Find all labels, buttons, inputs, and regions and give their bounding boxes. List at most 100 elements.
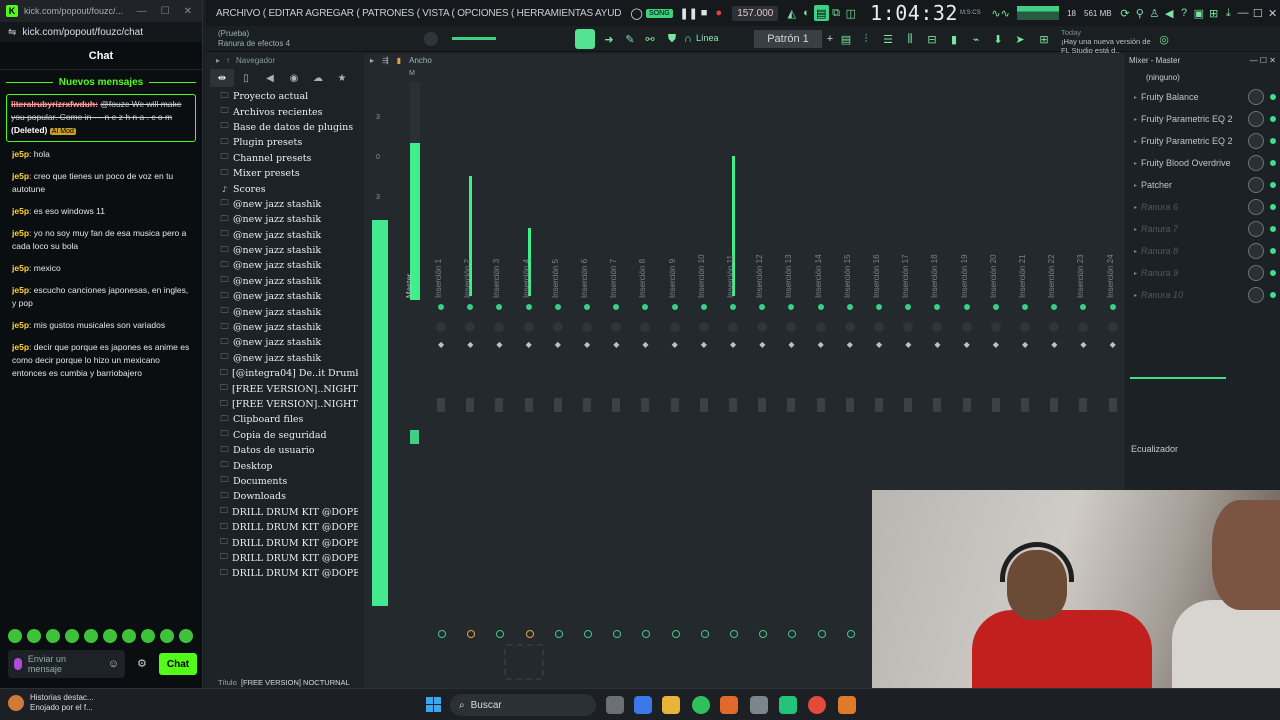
playlist-icon[interactable]: ▤ [838, 31, 854, 47]
insert-stereo-arrows[interactable]: ◆ [438, 340, 444, 349]
insert-pan-knob[interactable] [932, 322, 943, 332]
insert-pan-knob[interactable] [728, 322, 738, 332]
browser-item[interactable]: 🗀 @new jazz stashik [208, 212, 358, 227]
browser-item[interactable]: 🗀 Documents [208, 474, 358, 489]
piano-roll-icon[interactable]: ⫶ [858, 31, 874, 47]
browser-item[interactable]: 🗀 @new jazz stashik [208, 243, 358, 258]
news-widget[interactable]: Historias destac... Enojado por el f... [8, 693, 94, 713]
insert-strip[interactable]: Inserción 8 ◆ [632, 82, 661, 682]
insert-label[interactable]: Inserción 11 [726, 255, 735, 298]
insert-route-button[interactable] [496, 630, 505, 638]
insert-volume-fader[interactable] [583, 398, 591, 412]
effect-slot[interactable]: ▸ Ranura 10 [1126, 284, 1280, 306]
microphone-icon[interactable] [14, 658, 22, 670]
insert-enable-led[interactable] [584, 304, 590, 310]
insert-volume-fader[interactable] [1108, 398, 1117, 412]
insert-pan-knob[interactable] [874, 322, 884, 332]
insert-volume-fader[interactable] [962, 398, 971, 412]
slot-mix-knob[interactable] [1248, 155, 1264, 171]
browser-item[interactable]: 🗀 Proyecto actual [208, 89, 358, 104]
touch-keyboard-icon[interactable]: ➤ [1012, 31, 1028, 47]
insert-enable-led[interactable] [525, 304, 532, 310]
insert-route-button[interactable] [467, 630, 476, 638]
slot-menu-arrow-icon[interactable]: ▸ [1134, 160, 1137, 167]
insert-enable-led[interactable] [700, 304, 707, 310]
slot-menu-arrow-icon[interactable]: ▸ [1134, 292, 1137, 299]
chat-username[interactable]: je5p [12, 263, 29, 273]
stamp-icon[interactable]: ⛊ [664, 31, 680, 47]
effect-slot-label[interactable]: Ranura 7 [1141, 224, 1178, 234]
insert-label[interactable]: Inserción 16 [872, 254, 881, 298]
close-icon[interactable]: ✕ [180, 6, 196, 17]
master-pitch-slider[interactable] [452, 37, 496, 40]
insert-stereo-arrows[interactable]: ◆ [1110, 340, 1116, 349]
slot-mix-knob[interactable] [1248, 177, 1264, 193]
slot-mix-knob[interactable] [1248, 199, 1264, 215]
insert-volume-fader[interactable] [699, 398, 708, 412]
browser-item[interactable]: 🗀 DRILL DRUM KIT @DOPEKIT [208, 551, 358, 566]
insert-pan-knob[interactable] [1078, 322, 1089, 332]
insert-enable-led[interactable] [1080, 304, 1087, 310]
insert-enable-led[interactable] [438, 304, 444, 310]
chat-username[interactable]: je5p [12, 149, 29, 159]
insert-label[interactable]: Inserción 19 [960, 254, 969, 298]
mixer-icon[interactable]: ⫼ [902, 31, 918, 47]
insert-volume-fader[interactable] [787, 398, 796, 412]
fl-studio-icon[interactable] [720, 696, 738, 714]
pattern-selector[interactable]: Patrón 1 [754, 30, 822, 48]
slot-menu-arrow-icon[interactable]: ▸ [1134, 138, 1137, 145]
slot-menu-arrow-icon[interactable]: ▸ [1134, 226, 1137, 233]
insert-label[interactable]: Inserción 1 [434, 259, 443, 298]
pause-icon[interactable]: ❚❚ [679, 5, 697, 21]
countdown-icon[interactable]: ▤ [813, 5, 829, 21]
effect-slot[interactable]: ▸ Fruity Balance [1126, 86, 1280, 108]
chat-username[interactable]: literalrubyrizrxfwduh: [11, 99, 98, 109]
insert-pan-knob[interactable] [669, 322, 680, 332]
chat-username[interactable]: je5p [12, 320, 29, 330]
insert-stereo-arrows[interactable]: ◆ [964, 340, 970, 349]
mixer-menu-icon[interactable]: ▸ [370, 56, 374, 65]
insert-stereo-arrows[interactable]: ◆ [642, 340, 648, 349]
insert-stereo-arrows[interactable]: ◆ [905, 340, 911, 349]
insert-label[interactable]: Inserción 7 [609, 259, 618, 298]
insert-route-button[interactable] [817, 630, 826, 638]
insert-volume-fader[interactable] [991, 398, 1000, 412]
insert-volume-fader[interactable] [1079, 398, 1088, 412]
step-edit-icon[interactable]: ⧉ [829, 5, 844, 21]
browser-item[interactable]: 🗀 [FREE VERSION]..NIGHT VISION' [208, 397, 358, 412]
insert-pan-knob[interactable] [903, 322, 914, 332]
effect-slot-label[interactable]: Ranura 6 [1141, 202, 1178, 212]
browser-item[interactable]: 🗀 DRILL DRUM KIT @DOPEKIT [208, 566, 358, 581]
insert-enable-led[interactable] [671, 304, 678, 310]
insert-stereo-arrows[interactable]: ◆ [876, 340, 882, 349]
insert-pan-knob[interactable] [582, 322, 592, 332]
insert-stereo-arrows[interactable]: ◆ [467, 340, 473, 349]
browser-item[interactable]: 🗀 @new jazz stashik [208, 320, 358, 335]
magnet-icon[interactable]: ∩ [680, 31, 696, 47]
insert-enable-led[interactable] [642, 304, 649, 310]
slot-enable-led[interactable] [1270, 160, 1276, 166]
insert-volume-fader[interactable] [553, 398, 562, 412]
effect-slot-label[interactable]: Ranura 8 [1141, 246, 1178, 256]
insert-volume-fader[interactable] [933, 398, 942, 412]
insert-volume-fader[interactable] [641, 398, 650, 412]
browser-item[interactable]: 🗀 @new jazz stashik [208, 304, 358, 319]
master-fader[interactable] [410, 430, 419, 444]
insert-label[interactable]: Inserción 24 [1106, 254, 1115, 298]
wait-icon[interactable]: ◐ [799, 5, 814, 21]
insert-volume-fader[interactable] [904, 398, 913, 412]
slot-mix-knob[interactable] [1248, 287, 1264, 303]
channel-rack-icon[interactable]: ☰ [880, 31, 896, 47]
effect-slot[interactable]: ▸ Fruity Parametric EQ 2 [1126, 130, 1280, 152]
slot-mix-knob[interactable] [1248, 111, 1264, 127]
master-strip-label[interactable]: Master [405, 274, 414, 298]
insert-pan-knob[interactable] [523, 322, 534, 332]
insert-stereo-arrows[interactable]: ◆ [672, 340, 678, 349]
slot-enable-led[interactable] [1270, 270, 1276, 276]
browser-item[interactable]: 🗀 Downloads [208, 489, 358, 504]
mixer-width-icon[interactable]: ▮ [397, 56, 401, 65]
browser-item[interactable]: 🗀 DRILL DRUM KIT @DOPEKIT [208, 520, 358, 535]
insert-volume-fader[interactable] [729, 398, 737, 412]
effect-slot-label[interactable]: Fruity Parametric EQ 2 [1141, 136, 1233, 146]
insert-route-button[interactable] [788, 630, 797, 638]
